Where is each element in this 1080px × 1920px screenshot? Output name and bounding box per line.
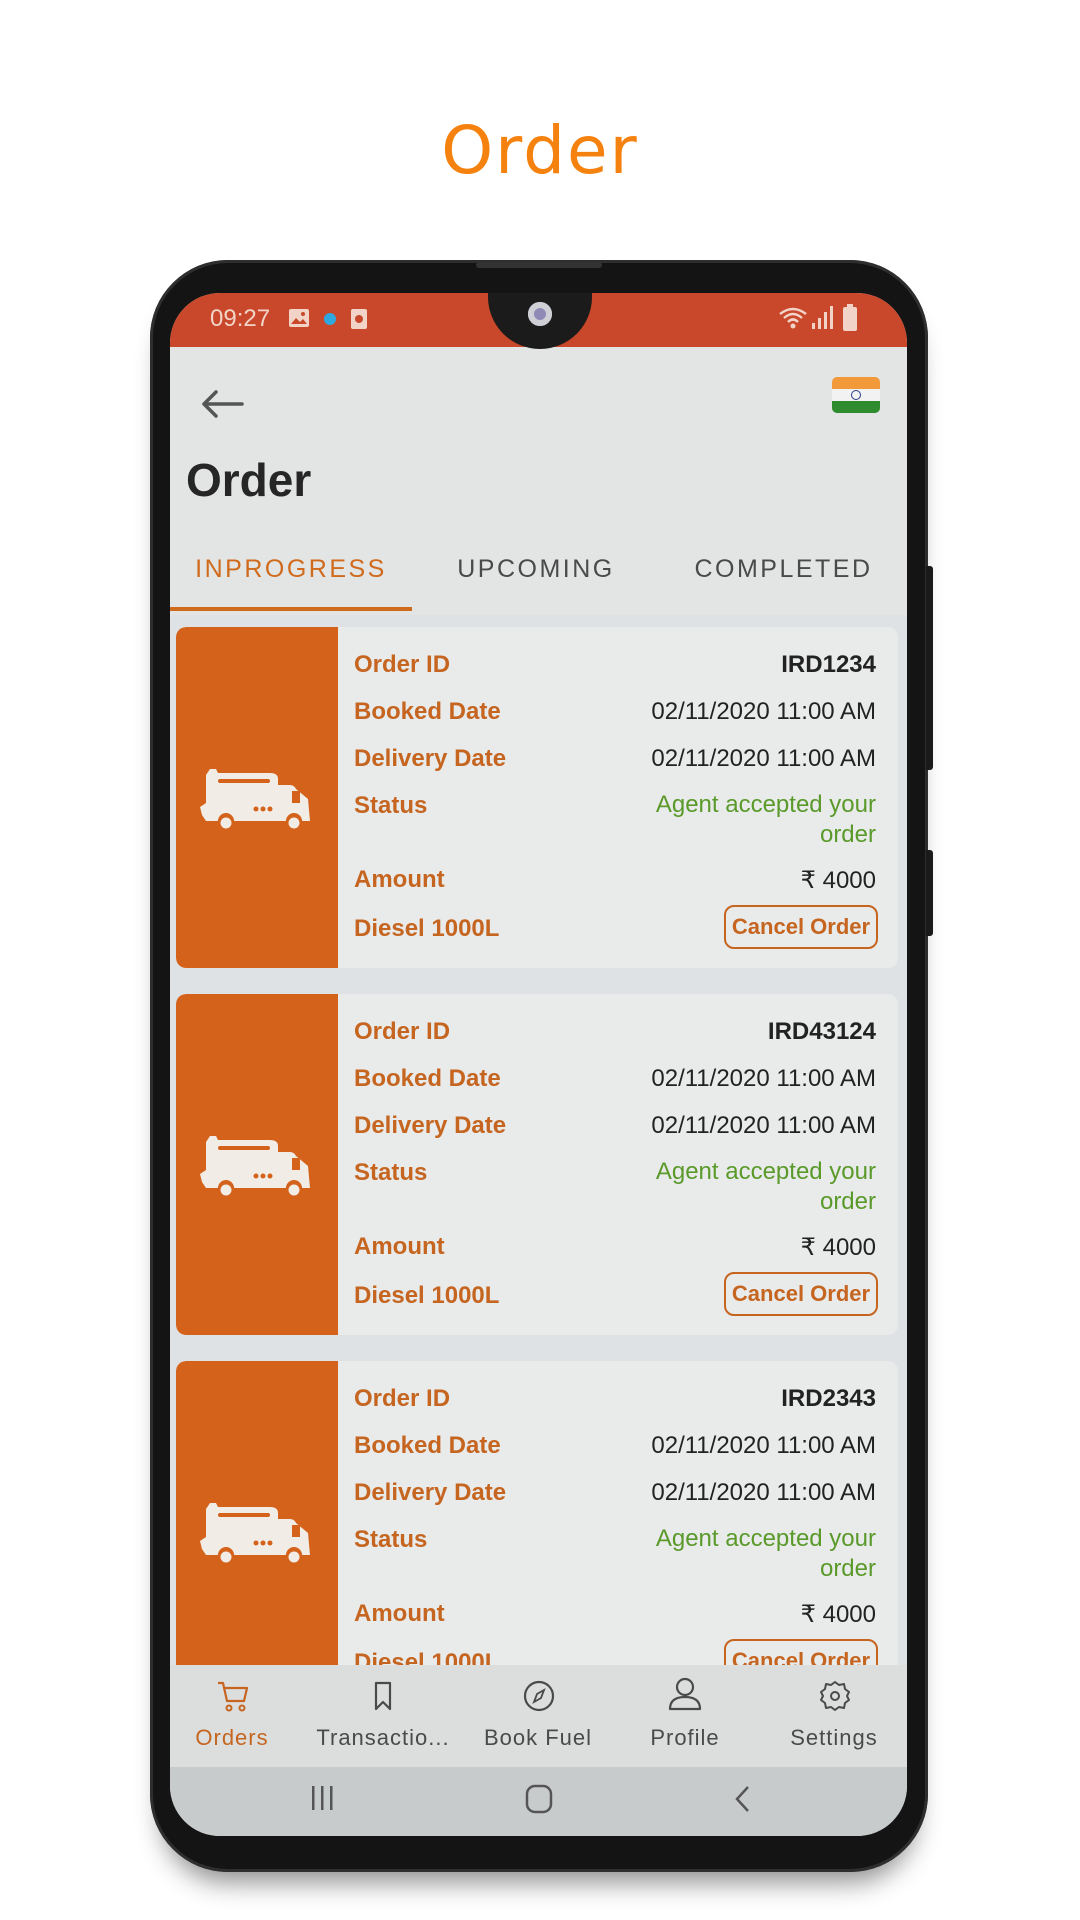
booked-date-label: Booked Date bbox=[354, 698, 501, 725]
compass-icon bbox=[523, 1680, 555, 1712]
product-label: Diesel 1000L bbox=[354, 915, 500, 942]
phone-screen: 09:27 Order INPROGRESS UPCOMING COMPLETE… bbox=[170, 293, 907, 1836]
gear-icon bbox=[820, 1681, 850, 1711]
order-id-value: IRD1234 bbox=[781, 651, 876, 678]
status-value: Agent accepted your order bbox=[655, 1525, 876, 1582]
amount-label: Amount bbox=[354, 866, 445, 893]
fuel-truck-icon bbox=[200, 1503, 310, 1566]
amount-value: ₹ 4000 bbox=[800, 1601, 876, 1628]
nav-profile-label: Profile bbox=[650, 1725, 720, 1750]
status-value: Agent accepted your order bbox=[655, 1158, 876, 1215]
status-label: Status bbox=[354, 1526, 428, 1553]
order-card[interactable]: Order ID IRD43124 Booked Date 02/11/2020… bbox=[176, 994, 898, 1335]
amount-label: Amount bbox=[354, 1600, 445, 1627]
booked-date-value: 02/11/2020 11:00 AM bbox=[651, 1065, 876, 1092]
bookmark-icon bbox=[374, 1681, 392, 1711]
amount-value: ₹ 4000 bbox=[800, 867, 876, 894]
delivery-date-value: 02/11/2020 11:00 AM bbox=[651, 745, 876, 772]
delivery-date-value: 02/11/2020 11:00 AM bbox=[651, 1479, 876, 1506]
phone-speaker bbox=[476, 262, 602, 268]
booked-date-value: 02/11/2020 11:00 AM bbox=[651, 1432, 876, 1459]
app-notification-icon bbox=[351, 309, 367, 329]
arrow-left-icon[interactable] bbox=[200, 389, 244, 419]
card-image-strip bbox=[176, 1361, 338, 1665]
order-id-value: IRD43124 bbox=[767, 1018, 876, 1045]
order-id-label: Order ID bbox=[354, 1018, 451, 1045]
tab-upcoming[interactable]: UPCOMING bbox=[412, 537, 660, 607]
cart-icon bbox=[218, 1681, 249, 1712]
order-id-label: Order ID bbox=[354, 651, 451, 678]
fuel-truck-icon bbox=[200, 1136, 310, 1199]
cancel-order-button[interactable]: Cancel Order bbox=[724, 905, 878, 949]
order-tabs: INPROGRESS UPCOMING COMPLETED bbox=[170, 537, 907, 611]
status-label: Status bbox=[354, 792, 428, 819]
cancel-order-button[interactable]: Cancel Order bbox=[724, 1639, 878, 1665]
back-icon[interactable] bbox=[730, 1783, 754, 1815]
order-list[interactable]: Order ID IRD1234 Booked Date 02/11/2020 … bbox=[170, 615, 907, 1665]
nav-settings-label: Settings bbox=[790, 1725, 878, 1750]
card-image-strip bbox=[176, 994, 338, 1335]
notification-dot-icon bbox=[324, 313, 336, 325]
order-card[interactable]: Order ID IRD2343 Booked Date 02/11/2020 … bbox=[176, 1361, 898, 1665]
cancel-order-button[interactable]: Cancel Order bbox=[724, 1272, 878, 1316]
delivery-date-value: 02/11/2020 11:00 AM bbox=[651, 1112, 876, 1139]
home-icon[interactable] bbox=[523, 1783, 555, 1815]
tab-inprogress[interactable]: INPROGRESS bbox=[170, 537, 412, 607]
booked-date-value: 02/11/2020 11:00 AM bbox=[651, 698, 876, 725]
amount-value: ₹ 4000 bbox=[800, 1234, 876, 1261]
wifi-icon bbox=[779, 307, 807, 329]
booked-date-label: Booked Date bbox=[354, 1065, 501, 1092]
active-tab-indicator bbox=[170, 607, 412, 611]
delivery-date-label: Delivery Date bbox=[354, 745, 507, 772]
volume-button bbox=[926, 566, 933, 770]
amount-label: Amount bbox=[354, 1233, 445, 1260]
order-card[interactable]: Order ID IRD1234 Booked Date 02/11/2020 … bbox=[176, 627, 898, 968]
bottom-navigation: Orders Transactio... Book Fuel Profile S… bbox=[170, 1665, 907, 1767]
signal-icon bbox=[812, 306, 833, 329]
status-time: 09:27 bbox=[210, 305, 271, 332]
nav-orders[interactable]: Orders bbox=[170, 1665, 302, 1767]
delivery-date-label: Delivery Date bbox=[354, 1479, 507, 1506]
tab-completed[interactable]: COMPLETED bbox=[660, 537, 907, 607]
product-label: Diesel 1000L bbox=[354, 1649, 500, 1665]
status-value: Agent accepted your order bbox=[655, 791, 876, 848]
nav-settings[interactable]: Settings bbox=[764, 1665, 904, 1767]
nav-transactions[interactable]: Transactio... bbox=[308, 1665, 458, 1767]
battery-icon bbox=[843, 304, 857, 331]
nav-orders-label: Orders bbox=[195, 1725, 269, 1750]
recents-icon[interactable] bbox=[308, 1783, 338, 1813]
nav-profile[interactable]: Profile bbox=[615, 1665, 755, 1767]
delivery-date-label: Delivery Date bbox=[354, 1112, 507, 1139]
status-bar: 09:27 bbox=[170, 293, 907, 349]
order-id-label: Order ID bbox=[354, 1385, 451, 1412]
nav-book-fuel[interactable]: Book Fuel bbox=[468, 1665, 608, 1767]
product-label: Diesel 1000L bbox=[354, 1282, 500, 1309]
page-title: Order bbox=[186, 454, 312, 506]
power-button bbox=[926, 850, 933, 936]
front-camera bbox=[528, 302, 552, 326]
nav-book-fuel-label: Book Fuel bbox=[483, 1725, 593, 1750]
order-id-value: IRD2343 bbox=[781, 1385, 876, 1412]
status-label: Status bbox=[354, 1159, 428, 1186]
card-image-strip bbox=[176, 627, 338, 968]
promo-title: Order bbox=[441, 112, 639, 189]
booked-date-label: Booked Date bbox=[354, 1432, 501, 1459]
nav-transactions-label: Transactio... bbox=[316, 1725, 450, 1750]
system-navigation-bar bbox=[170, 1767, 907, 1836]
fuel-truck-icon bbox=[200, 769, 310, 832]
person-icon bbox=[668, 1677, 702, 1711]
gallery-icon bbox=[289, 309, 309, 327]
india-flag-icon[interactable] bbox=[832, 377, 880, 413]
